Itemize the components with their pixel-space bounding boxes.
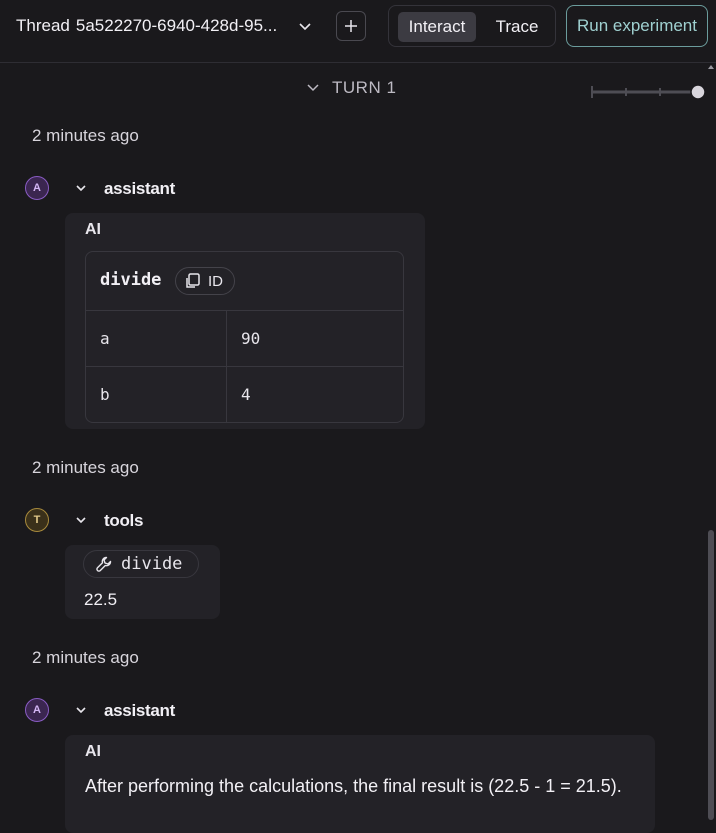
scroll-up-arrow-icon[interactable] bbox=[706, 62, 716, 72]
message-type-label: AI bbox=[85, 743, 101, 760]
arg-value: 4 bbox=[241, 385, 251, 404]
message-content: After performing the calculations, the f… bbox=[85, 776, 622, 796]
chevron-down-icon[interactable] bbox=[74, 181, 88, 195]
wrench-icon bbox=[96, 556, 112, 572]
arg-key: a bbox=[100, 329, 110, 348]
turn-slider[interactable] bbox=[590, 82, 710, 102]
copy-icon bbox=[186, 273, 200, 288]
thread-title[interactable]: Thread 5a522270-6940-428d-95... bbox=[16, 16, 277, 36]
turn-label: TURN 1 bbox=[332, 78, 397, 97]
add-thread-button[interactable] bbox=[336, 11, 366, 41]
tab-interact[interactable]: Interact bbox=[398, 12, 476, 42]
tab-trace[interactable]: Trace bbox=[485, 12, 549, 42]
tool-call-name: divide bbox=[100, 270, 162, 290]
id-label: ID bbox=[208, 272, 223, 290]
tool-name: divide bbox=[121, 554, 183, 574]
turn-header[interactable]: TURN 1 bbox=[306, 78, 396, 98]
chevron-down-icon[interactable] bbox=[74, 703, 88, 717]
arg-value: 90 bbox=[241, 329, 261, 348]
message-role: assistant bbox=[104, 179, 176, 198]
arg-key: b bbox=[100, 385, 110, 404]
message-timestamp: 2 minutes ago bbox=[32, 126, 139, 145]
tool-message-card: divide 22.5 bbox=[65, 545, 220, 619]
tool-call-table: divide ID a 90 b 4 bbox=[85, 251, 404, 423]
plus-icon bbox=[345, 20, 357, 32]
scrollbar-thumb[interactable] bbox=[708, 530, 714, 820]
tool-name-badge: divide bbox=[83, 550, 199, 578]
avatar: T bbox=[25, 508, 49, 532]
message-card: AI After performing the calculations, th… bbox=[65, 735, 655, 833]
tool-result: 22.5 bbox=[84, 590, 118, 609]
thread-label: Thread bbox=[16, 16, 70, 35]
thread-id: 5a522270-6940-428d-95... bbox=[75, 16, 278, 35]
run-experiment-button[interactable]: Run experiment bbox=[566, 5, 708, 47]
message-card: AI divide ID a 90 b 4 bbox=[65, 213, 425, 429]
avatar: A bbox=[25, 176, 49, 200]
chevron-down-icon[interactable] bbox=[298, 19, 312, 33]
view-mode-toggle: Interact Trace bbox=[388, 5, 556, 47]
copy-id-button[interactable]: ID bbox=[175, 267, 235, 295]
message-timestamp: 2 minutes ago bbox=[32, 458, 139, 477]
avatar: A bbox=[25, 698, 49, 722]
chevron-down-icon[interactable] bbox=[74, 513, 88, 527]
message-role: assistant bbox=[104, 701, 176, 720]
table-row: a 90 bbox=[86, 310, 403, 367]
slider-handle bbox=[690, 84, 706, 100]
table-row: b 4 bbox=[86, 366, 403, 423]
chevron-down-icon bbox=[307, 84, 319, 92]
message-role: tools bbox=[104, 511, 144, 530]
message-type-label: AI bbox=[85, 221, 101, 238]
top-bar: Thread 5a522270-6940-428d-95... Interact … bbox=[0, 0, 716, 63]
message-timestamp: 2 minutes ago bbox=[32, 648, 139, 667]
